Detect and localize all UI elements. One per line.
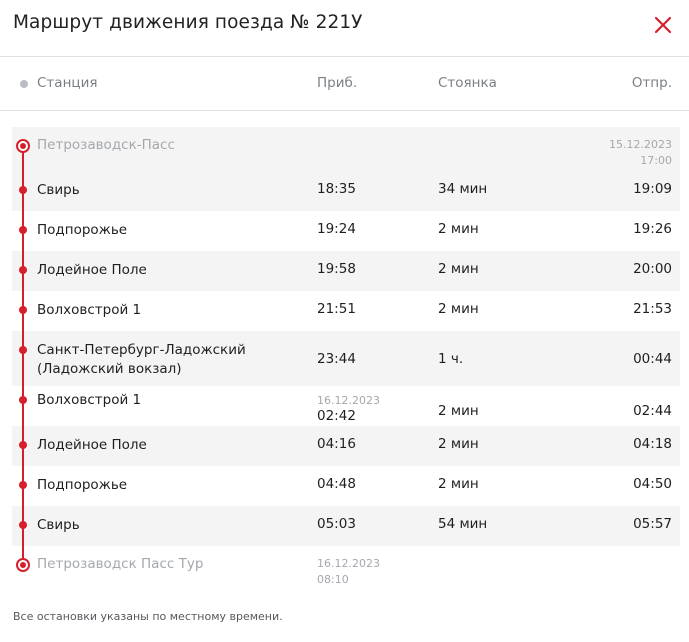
table-row: Лодейное Поле 04:16 2 мин 04:18 (12, 426, 680, 466)
origin-marker-icon (16, 139, 30, 153)
stop-marker-icon (19, 306, 27, 314)
table-row: Подпорожье 04:48 2 мин 04:50 (12, 466, 680, 506)
arrival-time: 19:58 (317, 261, 356, 277)
stop-duration: 1 ч. (438, 351, 464, 367)
stop-marker-icon (19, 346, 27, 354)
stop-marker-icon (19, 226, 27, 234)
station-name: Петрозаводск-Пасс (37, 137, 175, 153)
table-row-destination: Петрозаводск Пасс Тур 16.12.2023 08:10 (12, 546, 680, 590)
arrival-time: 19:24 (317, 221, 356, 237)
departure-time: 04:50 (633, 476, 672, 492)
timezone-note: Все остановки указаны по местному времен… (13, 610, 283, 623)
column-stop: Стоянка (438, 75, 497, 91)
station-name-line1: Санкт-Петербург-Ладожский (37, 342, 246, 358)
table-row: Свирь 18:35 34 мин 19:09 (12, 171, 680, 211)
departure-time: 19:26 (633, 221, 672, 237)
column-headers: Станция Приб. Стоянка Отпр. (0, 57, 689, 111)
arrival-time: 04:16 (317, 436, 356, 452)
departure-time: 19:09 (633, 181, 672, 197)
stop-marker-icon (19, 396, 27, 404)
station-name: Лодейное Поле (37, 437, 147, 453)
departure-time: 17:00 (640, 154, 672, 167)
station-name: Волховстрой 1 (37, 392, 142, 408)
column-arrival: Приб. (317, 75, 358, 91)
stop-duration: 2 мин (438, 436, 479, 452)
station-name: Подпорожье (37, 477, 128, 493)
station-name: Волховстрой 1 (37, 302, 142, 318)
station-name: Лодейное Поле (37, 262, 147, 278)
arrival-time: 08:10 (317, 573, 349, 586)
stop-marker-icon (19, 521, 27, 529)
stop-duration: 2 мин (438, 221, 479, 237)
arrival-time: 18:35 (317, 181, 356, 197)
departure-time: 00:44 (633, 351, 672, 367)
column-station: Станция (37, 75, 98, 91)
station-name-line2: (Ладожский вокзал) (37, 361, 182, 377)
departure-time: 04:18 (633, 436, 672, 452)
arrival-time: 05:03 (317, 516, 356, 532)
table-row: Санкт-Петербург-Ладожский (Ладожский вок… (12, 331, 680, 386)
stop-marker-icon (19, 481, 27, 489)
stop-duration: 54 мин (438, 516, 488, 532)
stop-marker-icon (19, 441, 27, 449)
stop-marker-icon (19, 186, 27, 194)
dialog-title: Маршрут движения поезда № 221У (13, 12, 363, 33)
station-name: Свирь (37, 182, 80, 198)
stop-marker-icon (19, 266, 27, 274)
stop-duration: 2 мин (438, 476, 479, 492)
departure-time: 02:44 (633, 403, 672, 419)
arrival-time: 21:51 (317, 301, 356, 317)
departure-time: 05:57 (633, 516, 672, 532)
arrival-date: 16.12.2023 (317, 557, 380, 570)
close-icon[interactable] (652, 14, 674, 36)
departure-time: 21:53 (633, 301, 672, 317)
stop-duration: 34 мин (438, 181, 488, 197)
legend-dot-icon (20, 80, 28, 88)
arrival-time: 02:42 (317, 408, 356, 424)
arrival-date: 16.12.2023 (317, 394, 380, 407)
dialog-header: Маршрут движения поезда № 221У (0, 0, 689, 57)
table-row: Лодейное Поле 19:58 2 мин 20:00 (12, 251, 680, 291)
arrival-time: 23:44 (317, 351, 356, 367)
departure-date: 15.12.2023 (609, 138, 672, 151)
destination-marker-icon (16, 558, 30, 572)
column-departure: Отпр. (631, 75, 672, 91)
station-name: Свирь (37, 517, 80, 533)
table-row: Свирь 05:03 54 мин 05:57 (12, 506, 680, 546)
stop-duration: 2 мин (438, 301, 479, 317)
route-table: Петрозаводск-Пасс 15.12.2023 17:00 Свирь… (12, 127, 680, 590)
stop-duration: 2 мин (438, 403, 479, 419)
table-row: Волховстрой 1 16.12.2023 02:42 2 мин 02:… (12, 386, 680, 426)
table-row-origin: Петрозаводск-Пасс 15.12.2023 17:00 (12, 127, 680, 171)
arrival-time: 04:48 (317, 476, 356, 492)
station-name: Подпорожье (37, 222, 128, 238)
departure-time: 20:00 (633, 261, 672, 277)
table-row: Волховстрой 1 21:51 2 мин 21:53 (12, 291, 680, 331)
table-row: Подпорожье 19:24 2 мин 19:26 (12, 211, 680, 251)
stop-duration: 2 мин (438, 261, 479, 277)
station-name: Петрозаводск Пасс Тур (37, 556, 204, 572)
